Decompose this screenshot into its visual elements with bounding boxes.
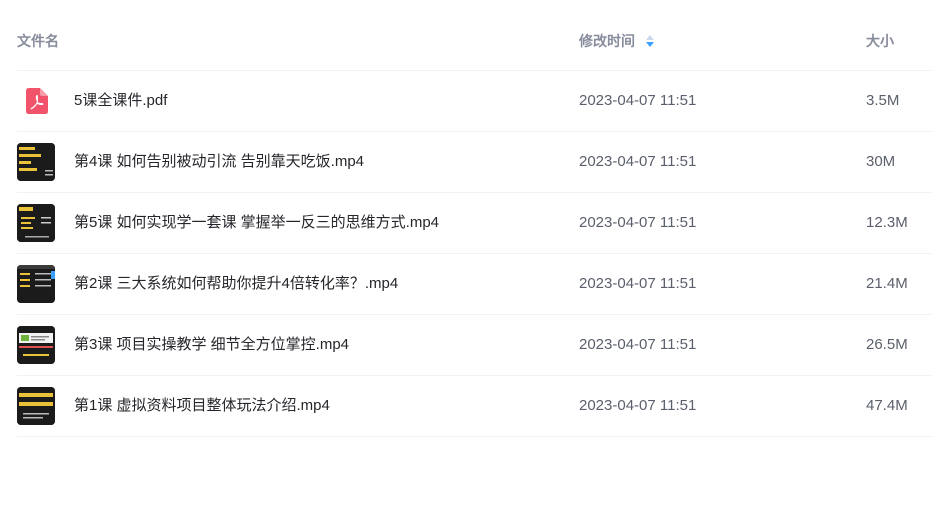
file-name[interactable]: 第2课 三大系统如何帮助你提升4倍转化率？.mp4	[74, 275, 398, 293]
table-row[interactable]: 第3课 项目实操教学 细节全方位掌控.mp4 2023-04-07 11:51 …	[17, 315, 932, 376]
table-row[interactable]: 第1课 虚拟资料项目整体玩法介绍.mp4 2023-04-07 11:51 47…	[17, 376, 932, 437]
video-thumbnail	[17, 326, 55, 364]
file-modified-time: 2023-04-07 11:51	[579, 397, 697, 414]
file-modified-time: 2023-04-07 11:51	[579, 275, 697, 292]
video-thumbnail	[17, 204, 55, 242]
file-name[interactable]: 第5课 如何实现学一套课 掌握举一反三的思维方式.mp4	[74, 214, 439, 232]
pdf-icon	[26, 88, 48, 114]
column-header-time-label: 修改时间	[579, 33, 635, 49]
file-size: 26.5M	[866, 336, 908, 353]
table-row[interactable]: 第2课 三大系统如何帮助你提升4倍转化率？.mp4 2023-04-07 11:…	[17, 254, 932, 315]
video-thumbnail	[17, 265, 55, 303]
file-size: 21.4M	[866, 275, 908, 292]
file-modified-time: 2023-04-07 11:51	[579, 214, 697, 231]
file-modified-time: 2023-04-07 11:51	[579, 153, 697, 170]
file-name[interactable]: 第1课 虚拟资料项目整体玩法介绍.mp4	[74, 397, 330, 415]
video-thumbnail	[17, 387, 55, 425]
file-size: 3.5M	[866, 92, 900, 109]
file-size: 30M	[866, 153, 896, 170]
table-row[interactable]: 第5课 如何实现学一套课 掌握举一反三的思维方式.mp4 2023-04-07 …	[17, 193, 932, 254]
file-name[interactable]: 第4课 如何告别被动引流 告别靠天吃饭.mp4	[74, 153, 364, 171]
file-modified-time: 2023-04-07 11:51	[579, 336, 697, 353]
file-modified-time: 2023-04-07 11:51	[579, 92, 697, 109]
column-header-time[interactable]: 修改时间	[579, 33, 655, 49]
file-size: 47.4M	[866, 397, 908, 414]
sort-icon[interactable]	[645, 33, 655, 49]
table-row[interactable]: 5课全课件.pdf 2023-04-07 11:51 3.5M	[17, 71, 932, 132]
column-header-size[interactable]: 大小	[866, 33, 894, 49]
table-header: 文件名 修改时间 大小	[17, 0, 932, 71]
file-size: 12.3M	[866, 214, 908, 231]
table-row[interactable]: 第4课 如何告别被动引流 告别靠天吃饭.mp4 2023-04-07 11:51…	[17, 132, 932, 193]
file-list-table: 文件名 修改时间 大小 5课全课件.pdf 2023-04-07 11:51 3…	[17, 0, 932, 437]
video-thumbnail	[17, 143, 55, 181]
column-header-name[interactable]: 文件名	[17, 33, 59, 49]
file-name[interactable]: 第3课 项目实操教学 细节全方位掌控.mp4	[74, 336, 349, 354]
file-name[interactable]: 5课全课件.pdf	[74, 92, 167, 110]
